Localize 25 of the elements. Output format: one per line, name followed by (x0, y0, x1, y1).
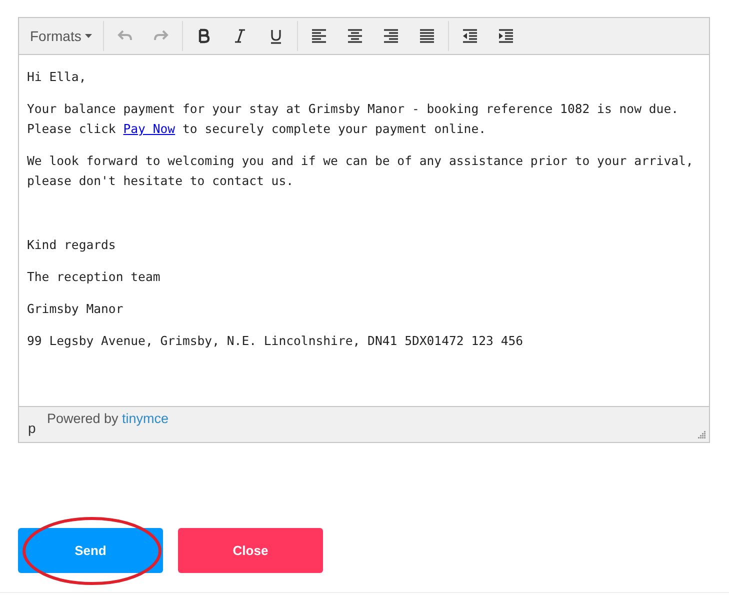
message-text: 99 Legsby Avenue, Grimsby, N.E. Lincolnshire, DN41 5DX01472 123 456 (27, 333, 524, 350)
outdent-icon (462, 28, 478, 44)
resize-handle-icon[interactable] (697, 430, 706, 439)
indent-icon (498, 28, 514, 44)
pay-now-link[interactable]: Pay Now (123, 119, 176, 139)
align-right-icon (383, 28, 400, 44)
message-text: Grimsby Manor (27, 301, 124, 318)
align-left-icon (311, 28, 328, 44)
formats-dropdown[interactable]: Formats (22, 21, 100, 51)
close-button[interactable]: Close (178, 528, 323, 573)
message-text: The reception team (27, 269, 162, 286)
message-text: We look forward to welcoming you and if we can be of any assistance prior to your arrival, (27, 153, 694, 170)
message-text: please don't hesitate to contact us. (27, 173, 295, 190)
justify-icon (419, 28, 436, 44)
bold-icon (196, 28, 212, 44)
message-text: Your balance payment for your stay at Grimsby Manor - booking reference 1082 is now due. (27, 101, 680, 118)
element-path[interactable]: p (28, 418, 36, 439)
tinymce-link[interactable]: tinymce (122, 411, 169, 426)
message-text: Kind regards (27, 237, 117, 254)
message-text: to securely complete your payment online. (181, 121, 486, 138)
align-center-icon (347, 28, 364, 44)
caret-icon (85, 34, 92, 38)
message-text: Please click (27, 121, 117, 138)
message-text: Hi Ella, (27, 69, 88, 86)
powered-by-text: Powered by tinymce (47, 410, 169, 428)
